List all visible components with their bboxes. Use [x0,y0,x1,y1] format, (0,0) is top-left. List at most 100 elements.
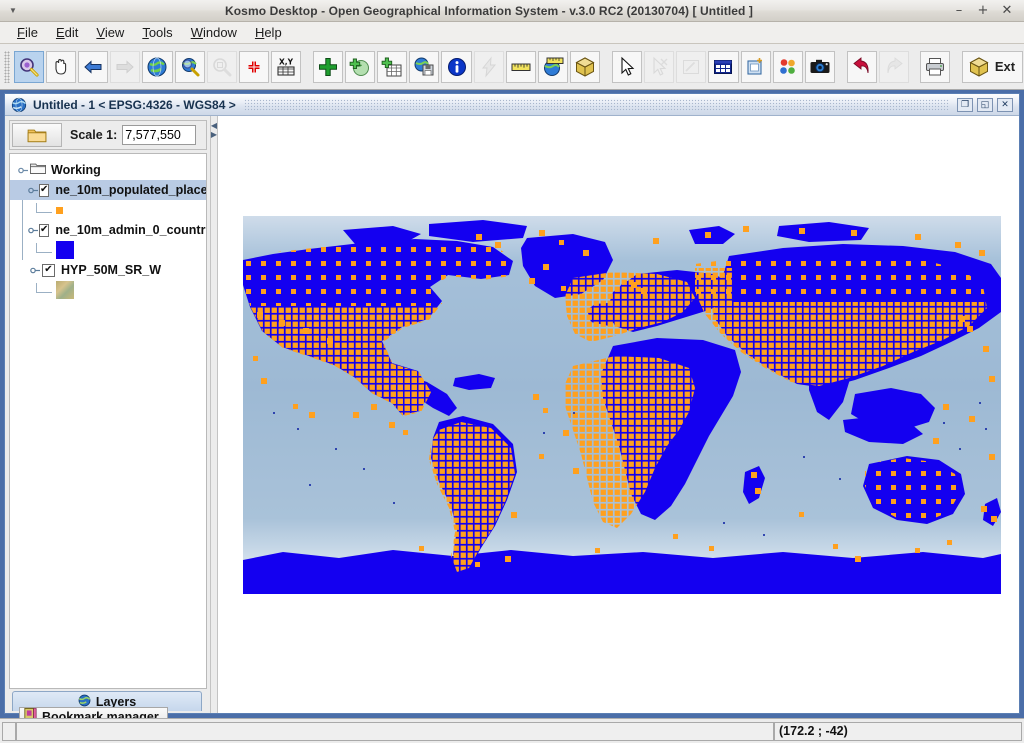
menu-bar: File Edit View Tools Window Help [0,22,1024,44]
status-message [16,721,774,741]
application-window: ▼ Kosmo Desktop - Open Geographical Info… [0,0,1024,743]
internal-minimize-button[interactable]: ❐ [957,97,973,112]
symbol-swatch-point-orange [56,206,63,214]
tree-node-working[interactable]: Working [10,160,206,180]
redo-icon [878,50,909,83]
expand-handle-icon[interactable] [28,185,39,196]
toolbar-grip[interactable] [4,50,10,83]
new-view-icon[interactable] [740,50,771,83]
layer-visibility-checkbox[interactable]: ✔ [39,183,50,197]
layer-tree[interactable]: Working ✔ ne_10m_populated_places ✔ ne_1… [9,153,207,689]
internal-frame-titlebar[interactable]: Untitled - 1 < EPSG:4326 - WGS84 > ❐ ◱ ✕ [5,94,1019,116]
save-map-icon[interactable] [409,50,440,83]
menu-window[interactable]: Window [182,23,246,42]
tree-layer-hyp-50m-sr-w[interactable]: ✔ HYP_50M_SR_W [10,260,206,280]
ext-button-label: Ext [994,59,1016,74]
layer-visibility-checkbox[interactable]: ✔ [39,223,50,237]
open-project-button[interactable] [12,123,62,147]
menu-file[interactable]: File [8,23,47,42]
menu-tools-rest: ools [148,25,173,40]
menu-help[interactable]: Help [246,23,291,42]
menu-edit-rest: dit [64,25,79,40]
status-bar: (172.2 ; -42) [0,718,1024,743]
globe-ruler-icon[interactable] [538,50,569,83]
menu-view[interactable]: View [87,23,133,42]
internal-frame-controls: ❐ ◱ ✕ [957,97,1017,112]
tree-node-working-label: Working [51,163,101,177]
camera-icon[interactable] [804,50,836,83]
info-icon[interactable] [441,50,472,83]
menu-window-rest: indow [202,25,237,40]
add-layer-icon[interactable] [312,50,343,83]
menu-view-rest: iew [104,25,125,40]
mdi-desktop: Untitled - 1 < EPSG:4326 - WGS84 > ❐ ◱ ✕… [0,90,1024,726]
tree-layer-label: ne_10m_admin_0_countries [55,223,207,237]
window-titlebar: ▼ Kosmo Desktop - Open Geographical Info… [0,0,1024,22]
zoom-layer-icon[interactable] [174,50,205,83]
coordinate-readout: (172.2 ; -42) [774,721,1022,741]
internal-close-button[interactable]: ✕ [997,97,1013,112]
undo-icon[interactable] [846,50,877,83]
window-controls: – + ✕ [952,4,1024,18]
expand-handle-icon[interactable] [28,225,39,236]
scale-input[interactable]: 7,577,550 [122,125,197,145]
expand-handle-icon[interactable] [28,265,42,276]
window-title: Kosmo Desktop - Open Geographical Inform… [224,3,754,18]
folder-icon [27,129,47,143]
splitter-collapse-left-icon[interactable]: ◀ [211,122,217,130]
flash-icon [473,50,504,83]
select-cursor-icon[interactable] [611,50,642,83]
maximize-button[interactable]: + [976,4,990,18]
menu-help-rest: elp [264,25,282,40]
symbology-icon[interactable] [772,50,803,83]
menu-edit[interactable]: Edit [47,23,87,42]
frame-body: Scale 1: 7,577,550 Working ✔ ne_10m_popu… [5,116,1019,726]
internal-maximize-button[interactable]: ◱ [977,97,993,112]
tree-layer-label: ne_10m_populated_places [55,183,207,197]
splitter-collapse-right-icon[interactable]: ▶ [211,131,217,139]
zoom-collapse-icon[interactable] [238,50,270,83]
tree-elbow [36,202,52,213]
status-indicator-cell [2,721,16,741]
map-internal-frame: Untitled - 1 < EPSG:4326 - WGS84 > ❐ ◱ ✕… [4,93,1020,726]
window-menu-icon[interactable]: ▼ [0,0,26,22]
attribute-table-icon[interactable] [708,50,739,83]
symbol-swatch-raster [56,281,74,299]
globe-icon[interactable] [142,50,173,83]
deselect-cursor-icon [643,50,675,83]
pan-hand-icon[interactable] [45,50,77,83]
svg-text:X,Y: X,Y [279,57,294,66]
map-view[interactable] [218,116,1019,713]
menu-file-rest: ile [24,25,38,40]
forward-arrow-icon [110,50,141,83]
internal-frame-title: Untitled - 1 < EPSG:4326 - WGS84 > [33,97,236,112]
print-icon[interactable] [920,50,951,83]
panel-splitter[interactable]: ◀ ▶ [210,116,218,713]
world-map-render [243,216,1001,594]
minimize-button[interactable]: – [952,4,966,18]
ruler-icon[interactable] [505,50,537,83]
globe-icon [9,96,29,114]
symbol-swatch-fill-blue [56,241,74,259]
box-3d-icon[interactable] [570,50,601,83]
expand-handle-icon[interactable] [16,165,30,176]
tree-elbow [36,282,52,293]
close-button[interactable]: ✕ [1000,4,1014,18]
tree-layer-ne-10m-admin-0-countries[interactable]: ✔ ne_10m_admin_0_countries [10,220,206,240]
folder-open-icon [30,162,46,178]
add-wms-layer-icon[interactable] [344,50,376,83]
ext-button[interactable]: Ext [961,50,1024,83]
map-canvas[interactable] [243,216,1001,594]
layer-symbol-row [10,280,206,300]
tree-layer-ne-10m-populated-places[interactable]: ✔ ne_10m_populated_places [10,180,206,200]
menu-tools[interactable]: Tools [133,23,181,42]
layers-panel: Scale 1: 7,577,550 Working ✔ ne_10m_popu… [5,116,210,726]
layer-visibility-checkbox[interactable]: ✔ [42,263,55,277]
scale-toolbar: Scale 1: 7,577,550 [9,120,207,150]
back-arrow-icon[interactable] [78,50,109,83]
layer-symbol-row [10,200,206,220]
titlebar-drag-area[interactable] [243,98,949,111]
add-table-icon[interactable] [377,50,408,83]
xy-goto-icon[interactable]: X,Y [271,50,302,83]
zoom-in-icon[interactable] [13,50,44,83]
